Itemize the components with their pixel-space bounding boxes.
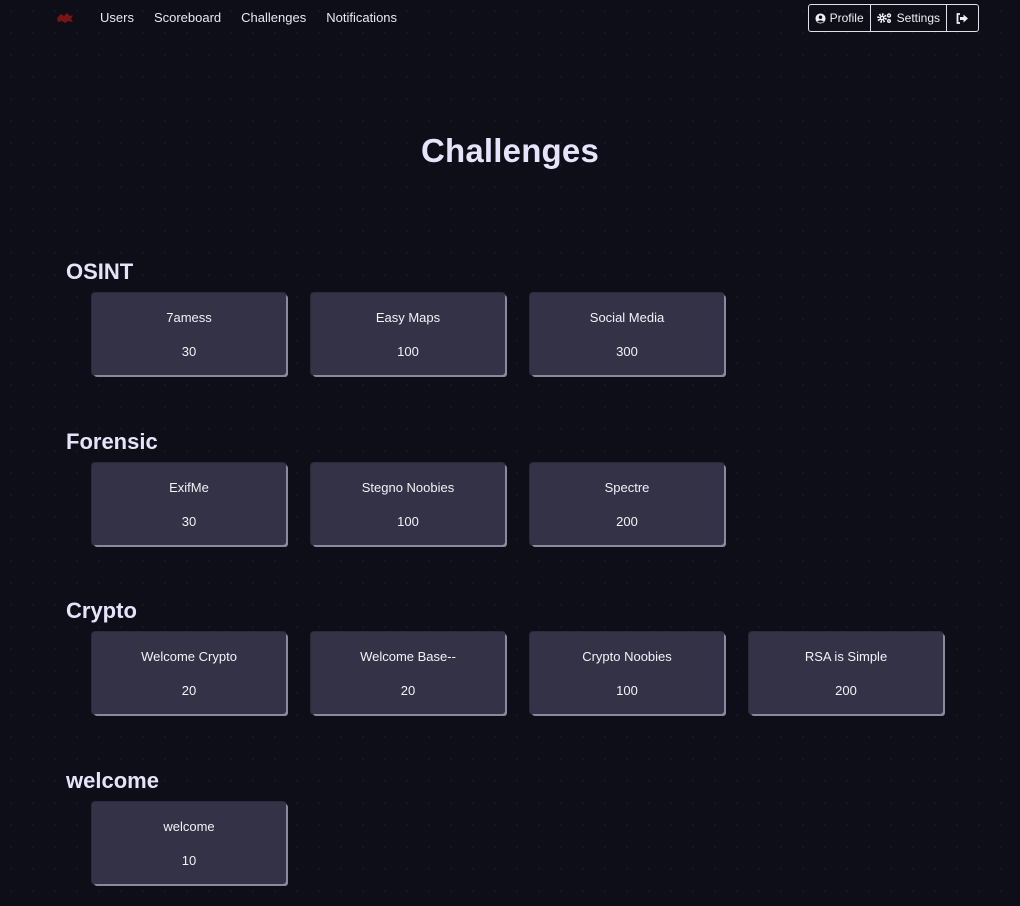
challenge-card[interactable]: Crypto Noobies 100 — [530, 632, 724, 714]
challenge-name: Crypto Noobies — [582, 649, 672, 664]
challenge-points: 20 — [181, 683, 197, 698]
challenge-name: Welcome Crypto — [141, 649, 237, 664]
nav-link-challenges[interactable]: Challenges — [241, 10, 306, 25]
challenge-cards: Welcome Crypto 20 Welcome Base-- 20 Cryp… — [92, 632, 943, 714]
challenge-points: 20 — [400, 683, 416, 698]
page-title: Challenges — [420, 132, 600, 169]
challenge-points: 200 — [616, 514, 638, 529]
challenge-name: Welcome Base-- — [360, 649, 456, 664]
settings-button[interactable]: Settings — [871, 5, 947, 31]
category-osint: OSINT 7amess 30 Easy Maps 100 Social Med… — [66, 257, 966, 375]
challenge-card[interactable]: RSA is Simple 200 — [749, 632, 943, 714]
user-circle-icon — [815, 12, 826, 24]
category-crypto: Crypto Welcome Crypto 20 Welcome Base-- … — [66, 596, 966, 714]
nav-links: Users Scoreboard Challenges Notification… — [100, 10, 417, 25]
user-button-group: Profile Settings — [807, 4, 979, 32]
challenge-card[interactable]: Stegno Noobies 100 — [311, 463, 505, 545]
challenge-card[interactable]: ExifMe 30 — [92, 463, 286, 545]
challenge-points: 300 — [616, 344, 638, 359]
challenge-name: Stegno Noobies — [361, 480, 455, 495]
challenge-name: Social Media — [589, 310, 665, 325]
challenge-points: 100 — [397, 514, 419, 529]
challenge-points: 30 — [181, 344, 197, 359]
challenge-cards: ExifMe 30 Stegno Noobies 100 Spectre 200 — [92, 463, 724, 545]
settings-label: Settings — [896, 11, 940, 25]
challenge-name: welcome — [163, 819, 215, 834]
challenge-name: Spectre — [604, 480, 650, 495]
brand-logo-icon[interactable] — [56, 12, 74, 24]
challenge-name: RSA is Simple — [804, 649, 888, 664]
category-title: welcome — [66, 768, 159, 793]
challenge-cards: welcome 10 — [92, 802, 286, 884]
challenge-card[interactable]: Easy Maps 100 — [311, 293, 505, 375]
category-title: Forensic — [66, 429, 158, 454]
challenge-card[interactable]: Spectre 200 — [530, 463, 724, 545]
top-navbar: Users Scoreboard Challenges Notification… — [0, 0, 1020, 36]
category-forensic: Forensic ExifMe 30 Stegno Noobies 100 Sp… — [66, 427, 966, 545]
nav-link-scoreboard[interactable]: Scoreboard — [154, 10, 221, 25]
challenge-card[interactable]: welcome 10 — [92, 802, 286, 884]
logout-button[interactable] — [947, 5, 978, 31]
challenge-card[interactable]: Social Media 300 — [530, 293, 724, 375]
challenge-points: 100 — [616, 683, 638, 698]
category-title: Crypto — [66, 598, 137, 623]
challenge-cards: 7amess 30 Easy Maps 100 Social Media 300 — [92, 293, 724, 375]
logout-icon — [956, 12, 968, 24]
challenge-name: Easy Maps — [375, 310, 441, 325]
category-title: OSINT — [66, 259, 134, 284]
challenge-name: ExifMe — [169, 480, 209, 495]
challenge-points: 200 — [835, 683, 857, 698]
challenge-card[interactable]: Welcome Crypto 20 — [92, 632, 286, 714]
nav-link-users[interactable]: Users — [100, 10, 134, 25]
gears-icon — [876, 13, 891, 23]
category-welcome: welcome welcome 10 — [66, 766, 966, 884]
challenge-points: 10 — [181, 853, 197, 868]
nav-link-notifications[interactable]: Notifications — [326, 10, 397, 25]
challenge-card[interactable]: 7amess 30 — [92, 293, 286, 375]
profile-button[interactable]: Profile — [809, 5, 871, 31]
profile-label: Profile — [829, 11, 864, 25]
challenge-points: 30 — [181, 514, 197, 529]
challenge-name: 7amess — [166, 310, 212, 325]
challenge-points: 100 — [397, 344, 419, 359]
challenge-card[interactable]: Welcome Base-- 20 — [311, 632, 505, 714]
